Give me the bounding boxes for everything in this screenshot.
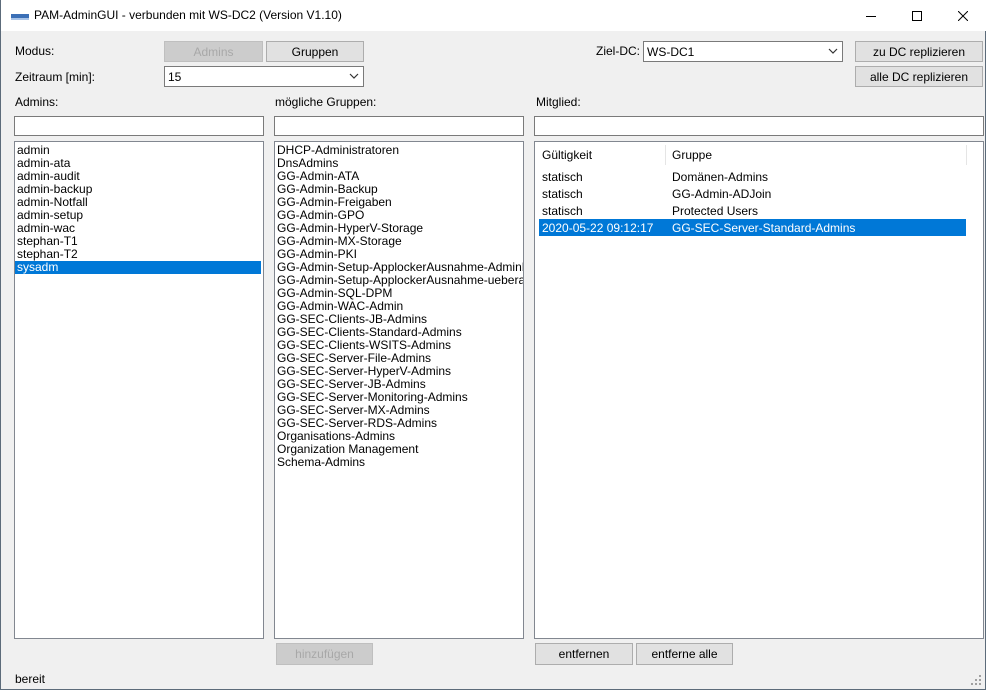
member-listview[interactable]: Gültigkeit Gruppe statisch Domänen-Admin… (534, 141, 984, 639)
group-cell: Domänen-Admins (672, 170, 769, 184)
ziel-dc-select[interactable]: WS-DC1 (643, 41, 843, 62)
validity-cell: statisch (542, 187, 583, 201)
zeitraum-select[interactable]: 15 (164, 66, 364, 87)
minimize-icon (866, 15, 876, 17)
member-filter-input[interactable] (534, 116, 984, 136)
close-button[interactable] (940, 0, 986, 31)
admins-filter-input[interactable] (14, 116, 264, 136)
groups-filter-input[interactable] (274, 116, 524, 136)
member-label: Mitglied: (536, 95, 581, 109)
column-divider[interactable] (966, 145, 967, 165)
ziel-dc-value: WS-DC1 (647, 45, 695, 59)
main-window: PAM-AdminGUI - verbunden mit WS-DC2 (Ver… (0, 0, 986, 690)
column-header-validity[interactable]: Gültigkeit (542, 148, 592, 166)
gruppen-mode-button[interactable]: Gruppen (266, 41, 364, 62)
chevron-down-icon (349, 73, 359, 79)
maximize-button[interactable] (894, 0, 940, 31)
window-title: PAM-AdminGUI - verbunden mit WS-DC2 (Ver… (34, 8, 342, 22)
column-header-group[interactable]: Gruppe (672, 148, 712, 166)
remove-all-button[interactable]: entferne alle (636, 643, 733, 665)
admins-label: Admins: (15, 95, 59, 109)
remove-button[interactable]: entfernen (535, 643, 633, 665)
app-icon (11, 14, 29, 20)
resize-grip-icon[interactable] (970, 674, 982, 686)
maximize-icon (912, 10, 922, 21)
list-item[interactable]: Schema-Admins (275, 456, 523, 469)
minimize-button[interactable] (848, 0, 894, 31)
modus-label: Modus: (15, 44, 55, 58)
table-row-selected[interactable]: 2020-05-22 09:12:17 GG-SEC-Server-Standa… (539, 219, 966, 236)
close-icon (958, 10, 968, 21)
replicate-all-dc-button[interactable]: alle DC replizieren (855, 66, 983, 87)
group-cell: GG-Admin-ADJoin (672, 187, 772, 201)
replicate-dc-button[interactable]: zu DC replizieren (855, 41, 983, 62)
column-divider[interactable] (665, 145, 666, 165)
list-item-selected[interactable]: sysadm (15, 261, 261, 274)
table-row[interactable]: statisch GG-Admin-ADJoin (539, 185, 966, 202)
ziel-dc-label: Ziel-DC: (596, 44, 640, 58)
group-cell: Protected Users (672, 204, 759, 218)
groups-list[interactable]: DHCP-Administratoren DnsAdmins GG-Admin-… (274, 141, 524, 639)
status-text: bereit (15, 672, 46, 686)
title-bar[interactable]: PAM-AdminGUI - verbunden mit WS-DC2 (Ver… (1, 0, 986, 31)
zeitraum-label: Zeitraum [min]: (15, 70, 96, 84)
admins-list[interactable]: admin admin-ata admin-audit admin-backup… (14, 141, 264, 639)
table-row[interactable]: statisch Domänen-Admins (539, 168, 966, 185)
admins-mode-button[interactable]: Admins (164, 41, 263, 62)
add-group-button[interactable]: hinzufügen (276, 643, 373, 665)
validity-cell: statisch (542, 170, 583, 184)
zeitraum-value: 15 (168, 70, 182, 84)
validity-cell: 2020-05-22 09:12:17 (542, 221, 654, 235)
chevron-down-icon (828, 48, 838, 54)
group-cell: GG-SEC-Server-Standard-Admins (672, 221, 856, 235)
groups-label: mögliche Gruppen: (275, 95, 377, 109)
table-row[interactable]: statisch Protected Users (539, 202, 966, 219)
validity-cell: statisch (542, 204, 583, 218)
listview-header: Gültigkeit Gruppe (535, 142, 983, 169)
